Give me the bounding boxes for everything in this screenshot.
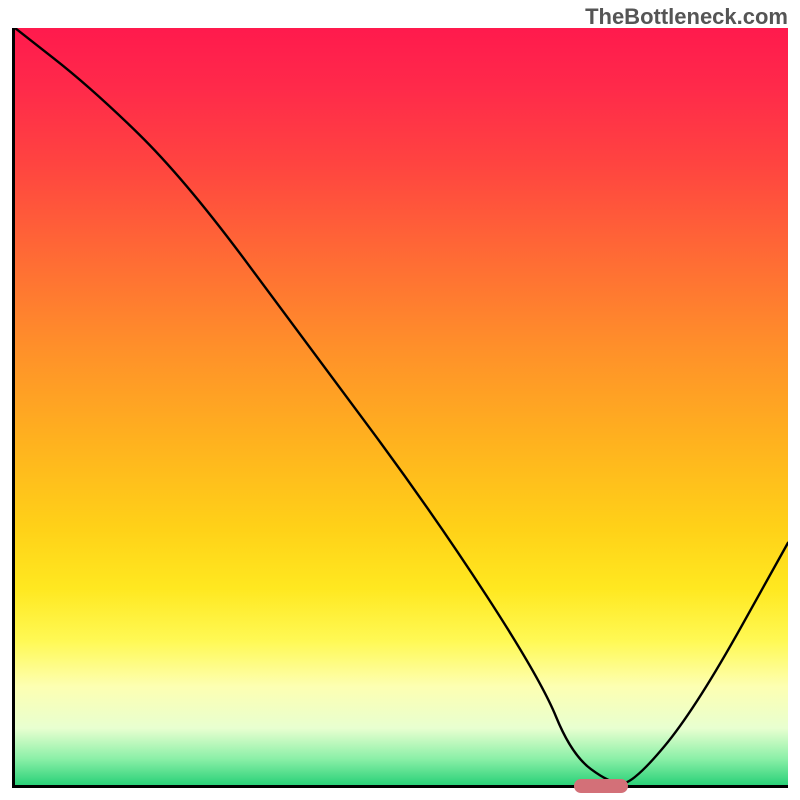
bottleneck-curve-line <box>15 28 788 783</box>
watermark-label: TheBottleneck.com <box>585 4 788 30</box>
chart-plot-area <box>12 28 788 788</box>
optimal-range-marker <box>574 779 628 793</box>
chart-curve-svg <box>15 28 788 785</box>
